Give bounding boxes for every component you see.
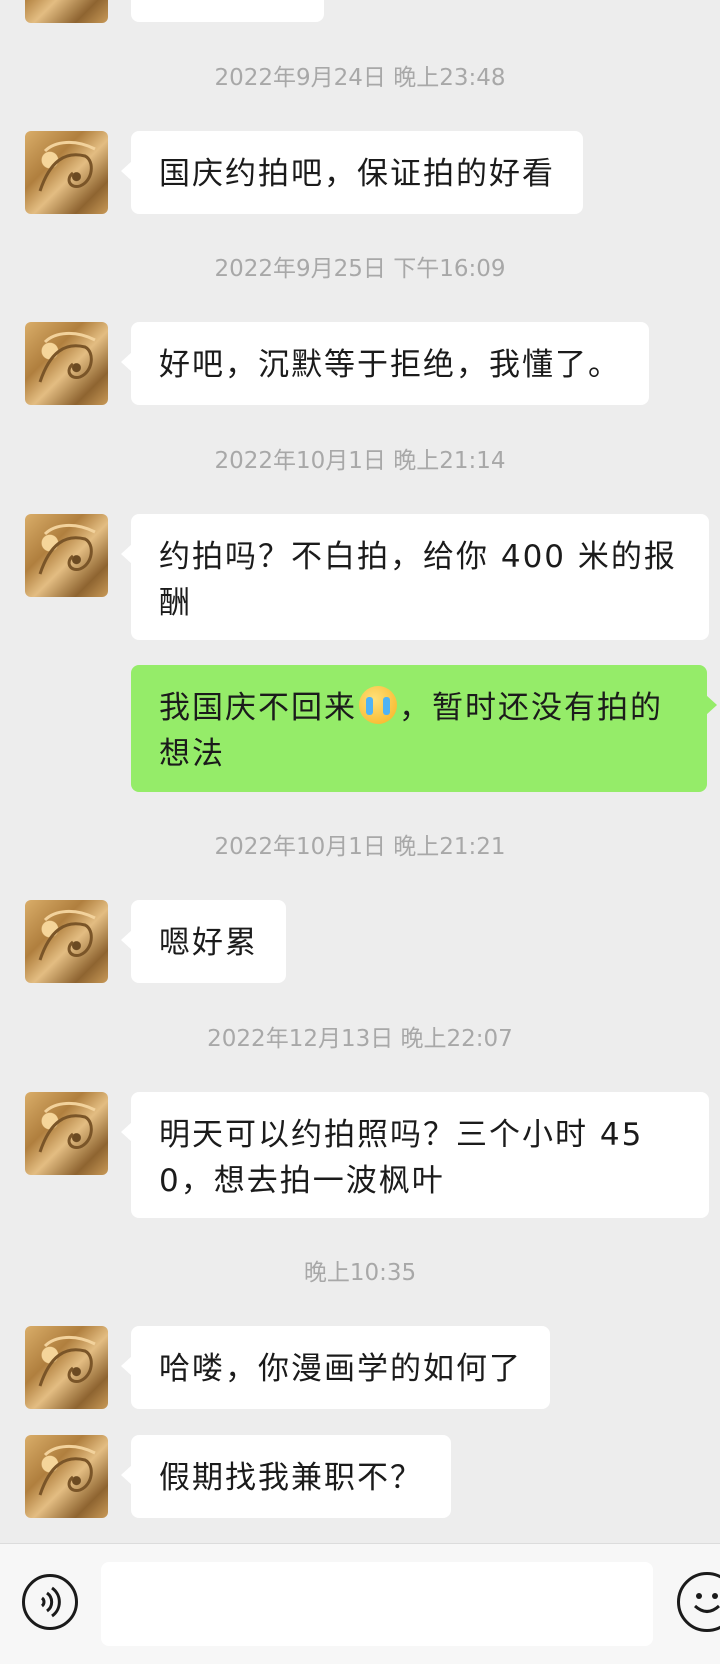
message-bubble[interactable]: 假期找我兼职不？	[121, 1435, 451, 1518]
message-bubble-partial[interactable]	[131, 0, 324, 22]
message-bubble[interactable]: 明天可以约拍照吗？三个小时 450，想去拍一波枫叶	[121, 1092, 709, 1218]
contact-avatar[interactable]	[25, 1092, 108, 1175]
voice-icon[interactable]	[22, 1574, 78, 1630]
message-bubble[interactable]: 好吧，沉默等于拒绝，我懂了。	[121, 322, 649, 405]
sent-message-bubble[interactable]: 我国庆不回来 ，暂时还没有拍的想法	[131, 665, 717, 792]
timestamp: 2022年10月1日 晚上21:14	[214, 448, 506, 474]
timestamp: 2022年10月1日 晚上21:21	[214, 834, 506, 860]
contact-avatar[interactable]	[25, 1326, 108, 1409]
contact-avatar[interactable]	[25, 1435, 108, 1518]
contact-avatar[interactable]	[25, 0, 108, 23]
message-bubble[interactable]: 嗯好累	[121, 900, 286, 983]
contact-avatar[interactable]	[25, 322, 108, 405]
emoji-icon[interactable]	[677, 1572, 720, 1632]
contact-avatar[interactable]	[25, 514, 108, 597]
timestamp: 2022年12月13日 晚上22:07	[207, 1026, 513, 1052]
timestamp: 2022年9月25日 下午16:09	[214, 256, 506, 282]
chat-area[interactable]: 2022年9月24日 晚上23:48 国庆约拍吧，保证拍的好看 2022年9月2…	[0, 0, 720, 1543]
timestamp: 2022年9月24日 晚上23:48	[214, 65, 506, 91]
loudly-crying-face-icon	[359, 686, 397, 724]
message-bubble[interactable]: 国庆约拍吧，保证拍的好看	[121, 131, 583, 214]
timestamp: 晚上10:35	[303, 1260, 417, 1286]
contact-avatar[interactable]	[25, 900, 108, 983]
message-text: 我国庆不回来	[159, 690, 357, 726]
input-bar	[0, 1543, 720, 1664]
contact-avatar[interactable]	[25, 131, 108, 214]
message-bubble[interactable]: 哈喽，你漫画学的如何了	[121, 1326, 550, 1409]
message-bubble[interactable]: 约拍吗？不白拍，给你 400 米的报酬	[121, 514, 709, 640]
message-input[interactable]	[101, 1562, 653, 1646]
